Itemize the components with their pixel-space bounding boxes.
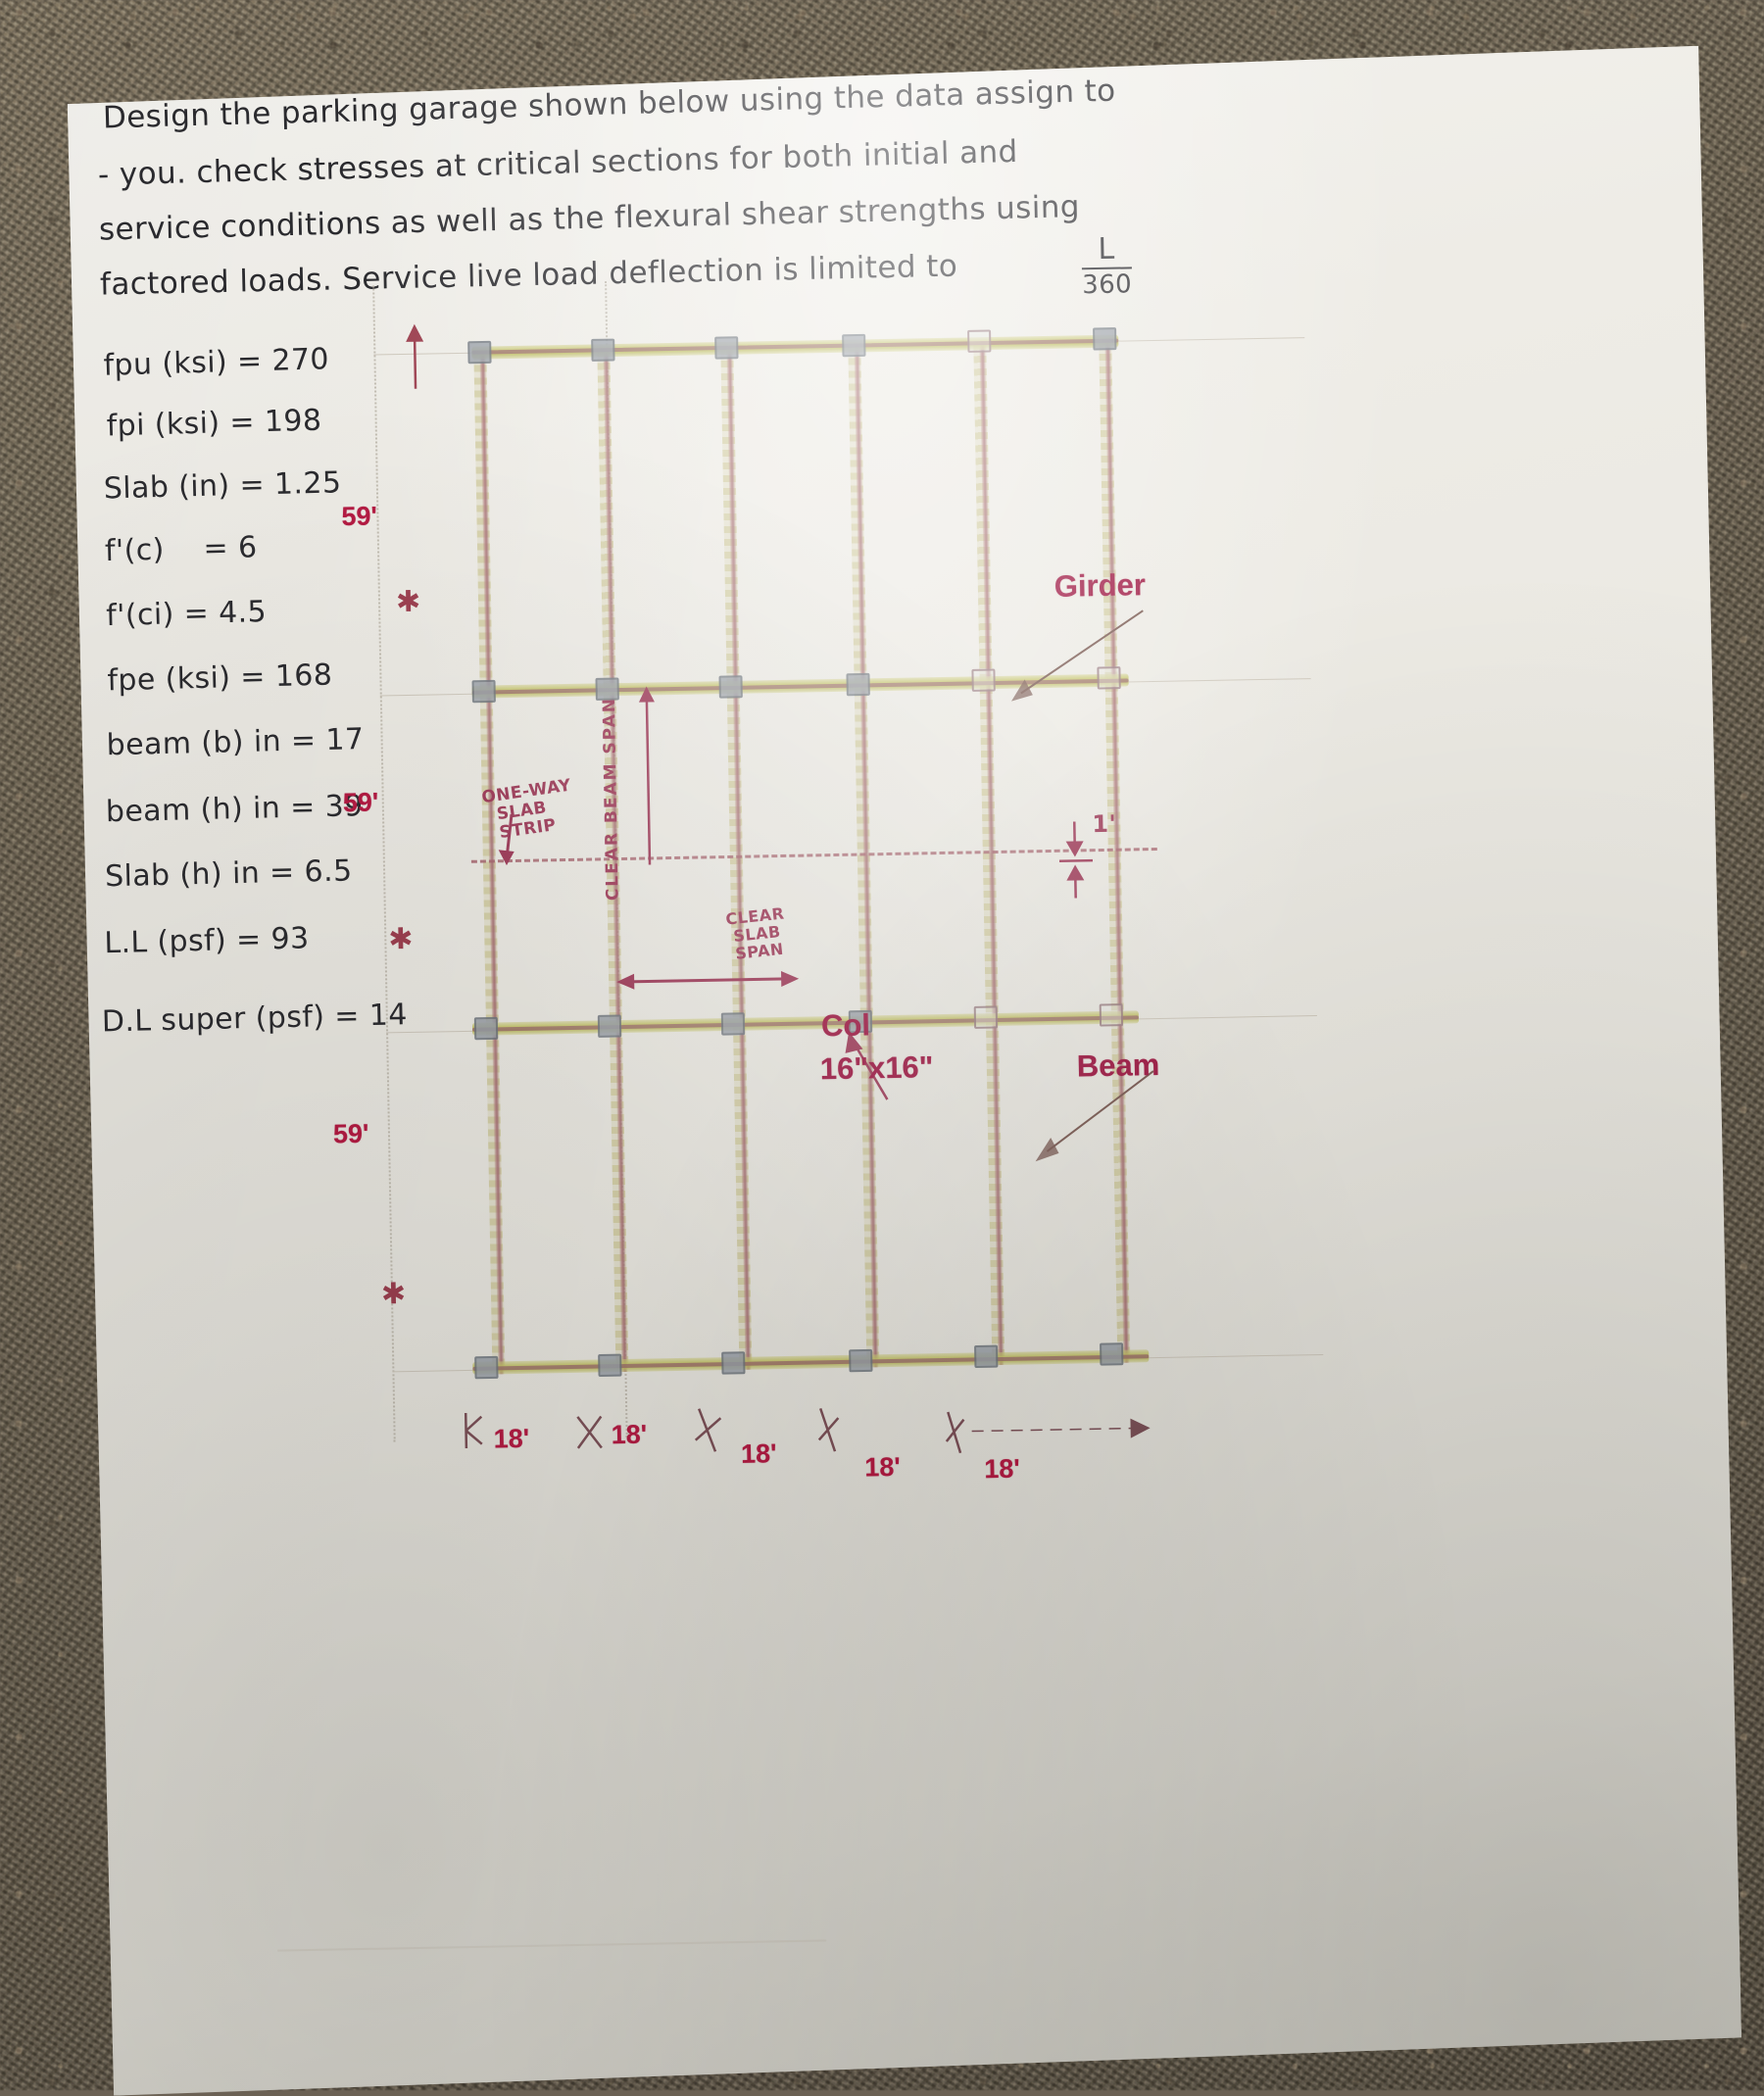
label-beam: Beam bbox=[1076, 1047, 1160, 1084]
datum-label: f'(ci) bbox=[105, 597, 175, 634]
datum-label: fpu (ksi) bbox=[103, 345, 228, 383]
column-node bbox=[721, 1012, 745, 1035]
datum-label: Slab (h) in bbox=[104, 855, 261, 895]
datum-row: fpi (ksi) = 198 bbox=[106, 404, 322, 444]
bottom-stray-line bbox=[277, 1939, 826, 1951]
dim-tick-mark: ✱ bbox=[380, 1277, 407, 1312]
column-node bbox=[1100, 1003, 1123, 1026]
column-node bbox=[971, 668, 995, 691]
note-clear-beam-span: CLEAR BEAM SPAN bbox=[599, 696, 623, 902]
datum-row: fpu (ksi) = 270 bbox=[103, 342, 329, 383]
datum-row: fpe (ksi) = 168 bbox=[107, 658, 333, 699]
datum-value: 6.5 bbox=[304, 853, 353, 890]
column-node bbox=[474, 1356, 498, 1379]
clear-beam-span-arrow bbox=[633, 682, 665, 869]
datum-value: 270 bbox=[270, 342, 330, 378]
column-node bbox=[598, 1354, 621, 1377]
datum-row: Slab (in) = 1.25 bbox=[103, 465, 341, 506]
one-foot-dimension-arrow bbox=[1056, 817, 1098, 902]
column-node bbox=[714, 336, 738, 359]
datum-label: L.L (psf) bbox=[103, 923, 227, 961]
column-node bbox=[718, 675, 742, 698]
datum-eq: = bbox=[269, 854, 296, 891]
datum-label: Slab (in) bbox=[103, 468, 230, 507]
datum-eq: = bbox=[228, 405, 256, 441]
fraction-numerator: L bbox=[1098, 231, 1115, 267]
slab-strip-arrow bbox=[482, 809, 542, 879]
datum-label: fpe (ksi) bbox=[107, 660, 231, 699]
datum-row: Slab (h) in = 6.5 bbox=[105, 853, 353, 894]
column-node bbox=[974, 1345, 998, 1368]
column-node bbox=[846, 673, 869, 696]
label-col-size: 16"x16" bbox=[819, 1049, 934, 1087]
column-node bbox=[598, 1015, 621, 1038]
column-node bbox=[849, 1349, 872, 1372]
datum-label: fpi (ksi) bbox=[106, 406, 220, 444]
datum-eq: = bbox=[290, 723, 317, 758]
datum-row: beam (b) in = 17 bbox=[106, 722, 365, 762]
structural-plan-drawing: ONE-WAY SLAB STRIP CLEAR BEAM SPAN CLEAR… bbox=[355, 276, 1417, 1569]
datum-row: f'(c) = 6 bbox=[105, 530, 258, 568]
column-node bbox=[591, 339, 614, 362]
datum-eq: = bbox=[239, 659, 267, 695]
column-node bbox=[721, 1351, 745, 1374]
dim-label-horizontal-18-2: 18' bbox=[611, 1419, 648, 1450]
datum-value: 1.25 bbox=[273, 465, 342, 503]
column-node bbox=[474, 1017, 498, 1040]
datum-eq: = bbox=[333, 999, 361, 1034]
dim-label-horizontal-18-3: 18' bbox=[740, 1438, 777, 1469]
datum-eq: = bbox=[235, 922, 262, 958]
label-girder: Girder bbox=[1054, 567, 1147, 604]
clear-slab-span-dimension-arrow bbox=[614, 963, 811, 997]
extension-line bbox=[372, 286, 396, 1442]
girder-leader-arrow bbox=[998, 605, 1156, 715]
column-node bbox=[1100, 1342, 1123, 1365]
column-node bbox=[842, 334, 865, 357]
paper-content: Design the parking garage shown below us… bbox=[57, 46, 1742, 2096]
column-node bbox=[967, 329, 991, 352]
dim-tick-mark: ✱ bbox=[388, 921, 414, 957]
column-node bbox=[974, 1005, 998, 1028]
prompt-line-3: service conditions as well as the flexur… bbox=[98, 189, 1081, 248]
datum-eq: = bbox=[236, 344, 264, 379]
datum-label: D.L super (psf) bbox=[101, 999, 325, 1040]
dim-label-horizontal-18-1: 18' bbox=[493, 1423, 530, 1454]
horizontal-dimension-line bbox=[452, 1398, 1178, 1481]
dim-label-vertical-59-1: 59' bbox=[341, 501, 378, 532]
datum-row: beam (h) in = 39 bbox=[106, 789, 365, 829]
datum-value: 4.5 bbox=[218, 595, 268, 631]
datum-eq: = bbox=[203, 530, 229, 566]
datum-row: D.L super (psf) = 14 bbox=[101, 998, 408, 1039]
dim-tick-mark: ✱ bbox=[395, 584, 421, 620]
datum-label: beam (h) in bbox=[105, 791, 281, 830]
datum-row: f'(ci) = 4.5 bbox=[106, 595, 268, 633]
label-col: Col bbox=[820, 1007, 871, 1044]
datum-row: L.L (psf) = 93 bbox=[104, 921, 310, 960]
datum-eq: = bbox=[183, 596, 210, 632]
note-clear-slab-span: CLEAR SLAB SPAN bbox=[724, 903, 786, 964]
dim-label-vertical-59-3: 59' bbox=[332, 1118, 369, 1149]
datum-value: 198 bbox=[264, 403, 322, 440]
column-node bbox=[1093, 327, 1116, 350]
vertical-dim-tick-top bbox=[395, 323, 435, 393]
datum-value: 6 bbox=[237, 530, 258, 565]
dim-label-horizontal-18-5: 18' bbox=[984, 1453, 1021, 1485]
dim-label-vertical-59-2: 59' bbox=[342, 787, 379, 818]
slab-strip-dashed-line bbox=[471, 848, 1157, 863]
datum-eq: = bbox=[239, 467, 266, 503]
datum-eq: = bbox=[289, 790, 317, 825]
prompt-line-2: - you. check stresses at critical sectio… bbox=[97, 133, 1019, 193]
dim-label-horizontal-18-4: 18' bbox=[864, 1451, 902, 1483]
column-node bbox=[472, 680, 496, 703]
datum-label: f'(c) bbox=[104, 532, 166, 569]
datum-label: beam (b) in bbox=[106, 724, 282, 763]
datum-value: 168 bbox=[274, 658, 333, 695]
datum-value: 93 bbox=[270, 921, 310, 957]
column-node bbox=[467, 341, 491, 364]
datum-value: 17 bbox=[325, 722, 365, 758]
paper-sheet: Design the parking garage shown below us… bbox=[57, 46, 1742, 2096]
